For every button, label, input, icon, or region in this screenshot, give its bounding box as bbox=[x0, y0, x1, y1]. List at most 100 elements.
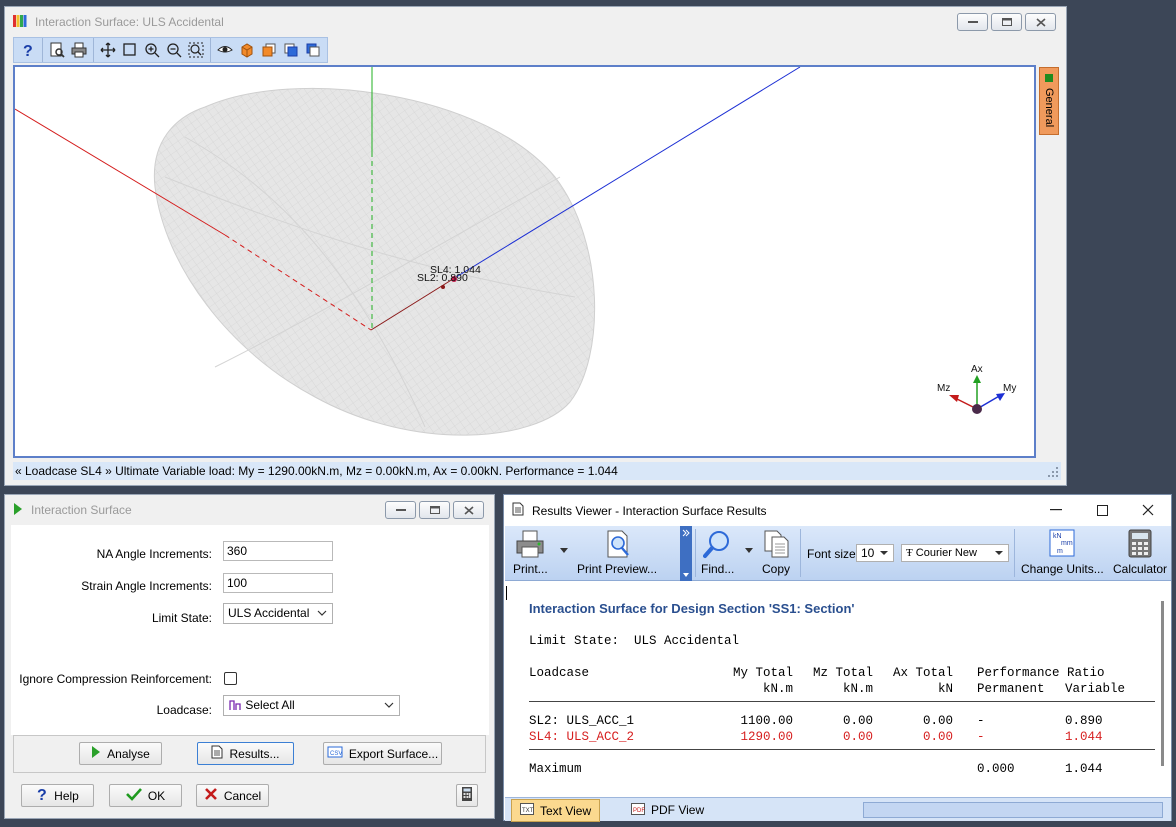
print-dropdown-icon[interactable] bbox=[560, 543, 568, 557]
minimize-button[interactable] bbox=[957, 13, 988, 31]
view-top-icon[interactable] bbox=[302, 39, 324, 61]
row-var: 0.890 bbox=[1065, 714, 1103, 728]
magnifier-icon bbox=[702, 529, 733, 559]
svg-text:?: ? bbox=[23, 43, 33, 58]
view-side-icon[interactable] bbox=[280, 39, 302, 61]
change-units-button[interactable]: kN mm m Change Units... bbox=[1021, 529, 1104, 576]
report-scrollbar[interactable] bbox=[1156, 583, 1171, 795]
results-button[interactable]: Results... bbox=[197, 742, 294, 765]
na-angle-input[interactable]: 360 bbox=[223, 541, 333, 561]
3d-viewport[interactable]: SL4: 1.044 SL2: 0.890 Ax Mz My bbox=[13, 65, 1036, 458]
report-heading: Interaction Surface for Design Section '… bbox=[529, 601, 855, 616]
scrollbar-thumb[interactable] bbox=[1161, 601, 1164, 766]
find-dropdown-icon[interactable] bbox=[745, 543, 753, 557]
tab-pdf-view[interactable]: PDF PDF View bbox=[623, 799, 712, 821]
strain-angle-label: Strain Angle Increments: bbox=[81, 579, 212, 593]
dialog-restore-button[interactable] bbox=[419, 501, 450, 519]
status-bar: « Loadcase SL4 » Ultimate Variable load:… bbox=[13, 462, 1061, 480]
surface-window-title: Interaction Surface: ULS Accidental bbox=[35, 15, 224, 29]
horizontal-scrollbar[interactable] bbox=[863, 802, 1163, 818]
tab-text-view[interactable]: TXT Text View bbox=[511, 799, 601, 822]
svg-text:?: ? bbox=[37, 787, 47, 802]
find-button[interactable]: Find... bbox=[701, 529, 734, 576]
restore-button[interactable] bbox=[991, 13, 1022, 31]
ribbon-collapse-strip[interactable] bbox=[680, 526, 692, 581]
view-eye-icon[interactable] bbox=[214, 39, 236, 61]
print-icon[interactable] bbox=[68, 39, 90, 61]
row-perm: - bbox=[977, 730, 985, 744]
pdf-view-label: PDF View bbox=[651, 803, 705, 817]
loadcase-label: Loadcase: bbox=[156, 703, 212, 717]
units-icon: kN mm m bbox=[1047, 529, 1077, 559]
rv-close-button[interactable] bbox=[1125, 495, 1171, 525]
cancel-button[interactable]: Cancel bbox=[196, 784, 269, 807]
resize-grip-icon[interactable] bbox=[1047, 465, 1059, 483]
zoom-in-icon[interactable] bbox=[141, 39, 163, 61]
col-loadcase: Loadcase bbox=[529, 666, 590, 680]
dialog-minimize-button[interactable] bbox=[385, 501, 416, 519]
dialog-title: Interaction Surface bbox=[31, 503, 132, 517]
status-text: « Loadcase SL4 » Ultimate Variable load:… bbox=[15, 464, 618, 478]
view-iso-icon[interactable] bbox=[236, 39, 258, 61]
help-icon[interactable]: ? bbox=[17, 39, 39, 61]
rv-minimize-button[interactable] bbox=[1033, 495, 1079, 525]
calculator-button[interactable] bbox=[456, 784, 478, 807]
row-var: 1.044 bbox=[1065, 730, 1103, 744]
pan-icon[interactable] bbox=[97, 39, 119, 61]
results-ribbon: Print... Print Preview... Find... Copy F… bbox=[505, 526, 1171, 581]
dialog-close-button[interactable] bbox=[453, 501, 484, 519]
row-ax: 0.00 bbox=[922, 714, 953, 728]
font-name-value: Courier New bbox=[915, 547, 977, 559]
row-perm: - bbox=[977, 714, 985, 728]
print-button[interactable]: Print... bbox=[513, 529, 548, 576]
help-label: Help bbox=[54, 788, 79, 803]
copy-icon bbox=[761, 529, 791, 559]
general-tab-label: General bbox=[1043, 88, 1055, 128]
interaction-surface-window: Interaction Surface: ULS Accidental ? SL… bbox=[4, 6, 1067, 486]
na-angle-label: NA Angle Increments: bbox=[96, 547, 212, 561]
font-size-select[interactable]: 10 bbox=[856, 544, 894, 562]
zoom-out-icon[interactable] bbox=[163, 39, 185, 61]
rows-rule bbox=[529, 749, 1155, 750]
view-front-icon[interactable] bbox=[258, 39, 280, 61]
col-mz: Mz Total bbox=[812, 666, 873, 680]
limit-state-select[interactable]: ULS Accidental bbox=[223, 603, 333, 624]
svg-text:TXT: TXT bbox=[522, 808, 534, 814]
export-icon: CSV bbox=[327, 745, 343, 762]
unit-mz: kN.m bbox=[842, 682, 873, 696]
row-my: 1290.00 bbox=[740, 730, 793, 744]
export-surface-button[interactable]: CSV Export Surface... bbox=[323, 742, 442, 765]
calculator-ribbon-button[interactable]: Calculator bbox=[1113, 529, 1167, 576]
loadcase-value: Select All bbox=[245, 698, 295, 712]
svg-text:mm: mm bbox=[1061, 540, 1073, 547]
results-report[interactable]: Interaction Surface for Design Section '… bbox=[505, 583, 1155, 795]
print-preview-label: Print Preview... bbox=[577, 562, 658, 576]
rv-maximize-button[interactable] bbox=[1079, 495, 1125, 525]
close-button[interactable] bbox=[1025, 13, 1056, 31]
ignore-compression-checkbox[interactable] bbox=[224, 672, 237, 685]
cancel-label: Cancel bbox=[223, 788, 262, 803]
print-preview-icon[interactable] bbox=[46, 39, 68, 61]
print-preview-button[interactable]: Print Preview... bbox=[577, 529, 657, 576]
ok-button[interactable]: OK bbox=[109, 784, 182, 807]
general-side-tab[interactable]: General bbox=[1039, 67, 1059, 135]
print-preview-icon bbox=[602, 529, 632, 559]
axis-label-my: My bbox=[1003, 383, 1016, 394]
export-label: Export Surface... bbox=[348, 746, 439, 761]
dialog-app-icon bbox=[13, 502, 23, 519]
copy-button[interactable]: Copy bbox=[761, 529, 791, 576]
font-name-select[interactable]: Ŧ Courier New bbox=[901, 544, 1009, 562]
help-button[interactable]: ? Help bbox=[21, 784, 94, 807]
maximum-permanent: 0.000 bbox=[977, 762, 1015, 776]
zoom-extents-icon[interactable] bbox=[185, 39, 207, 61]
chevron-down-icon bbox=[384, 696, 394, 721]
analyse-button[interactable]: Analyse bbox=[79, 742, 162, 765]
print-label: Print... bbox=[513, 562, 548, 576]
chevron-down-icon bbox=[880, 545, 888, 567]
strain-angle-input[interactable]: 100 bbox=[223, 573, 333, 593]
pdf-view-icon: PDF bbox=[631, 802, 645, 818]
surface-window-titlebar: Interaction Surface: ULS Accidental bbox=[5, 7, 1066, 37]
zoom-box-icon[interactable] bbox=[119, 39, 141, 61]
loadcase-select[interactable]: Select All bbox=[223, 695, 400, 716]
calculator-icon bbox=[461, 786, 473, 805]
